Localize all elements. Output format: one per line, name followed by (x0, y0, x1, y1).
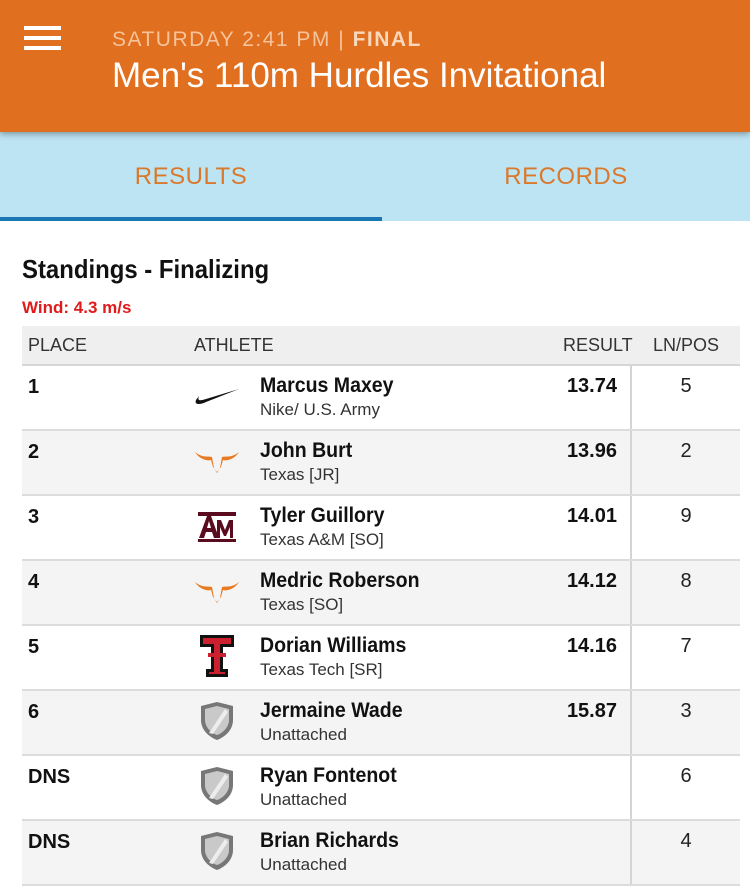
athlete-team: Texas A&M [SO] (260, 530, 384, 549)
wind-reading: Wind: 4.3 m/s (22, 298, 132, 317)
place-cell: 6 (28, 701, 40, 723)
athlete-name: Medric Roberson (260, 569, 420, 592)
table-row[interactable]: DNS Ryan Fontenot Unattached 6 (22, 756, 740, 821)
table-header: PLACE ATHLETE RESULT LN/POS (22, 326, 740, 366)
lane-position: 9 (680, 505, 692, 527)
lane-position: 2 (680, 440, 692, 462)
result-time: 14.16 (566, 635, 617, 657)
lane-position: 8 (680, 570, 692, 592)
result-time: 14.01 (566, 505, 617, 527)
athlete-name: Marcus Maxey (260, 374, 394, 397)
table-row[interactable]: 5 Dorian Williams Texas Tech [SR] 14.16 … (22, 626, 740, 691)
tab-records[interactable]: RECORDS (382, 132, 750, 221)
page-title: Men's 110m Hurdles Invitational (112, 56, 607, 95)
place-cell: 2 (28, 441, 40, 463)
tab-results[interactable]: RESULTS (0, 132, 382, 221)
place-cell: 5 (28, 636, 40, 658)
texas-longhorn-logo (194, 571, 240, 611)
athlete-team: Nike/ U.S. Army (260, 400, 380, 419)
athlete-team: Unattached (260, 790, 347, 809)
athlete-team: Texas [JR] (260, 465, 340, 484)
place-cell: 1 (28, 376, 40, 398)
table-row[interactable]: DNS Brian Richards Unattached 4 (22, 821, 740, 886)
lane-position: 4 (680, 830, 692, 852)
table-row[interactable]: 4 Medric Roberson Texas [SO] 14.12 8 (22, 561, 740, 626)
athlete-team: Unattached (260, 725, 347, 744)
column-header-athlete: ATHLETE (194, 335, 274, 355)
event-status-line: SATURDAY 2:41 PM | FINAL (112, 28, 422, 52)
result-time: 14.12 (566, 570, 617, 592)
athlete-team: Texas [SO] (260, 595, 344, 614)
app-header: SATURDAY 2:41 PM | FINAL Men's 110m Hurd… (0, 0, 750, 132)
athlete-name: John Burt (260, 439, 353, 462)
place-cell: DNS (28, 766, 71, 788)
unattached-shield-logo (194, 701, 240, 741)
result-time: 13.96 (566, 440, 617, 462)
texas-tech-logo (194, 635, 240, 677)
event-status: FINAL (352, 28, 422, 51)
table-row[interactable]: 2 John Burt Texas [JR] 13.96 2 (22, 431, 740, 496)
place-cell: DNS (28, 831, 71, 853)
unattached-shield-logo (194, 766, 240, 806)
athlete-name: Jermaine Wade (260, 699, 403, 722)
status-separator: | (338, 28, 346, 51)
place-cell: 4 (28, 571, 40, 593)
athlete-team: Texas Tech [SR] (260, 660, 383, 679)
athlete-name: Tyler Guillory (260, 504, 385, 527)
standings-heading: Standings - Finalizing (22, 254, 270, 284)
column-header-lane: LN/POS (653, 335, 720, 355)
lane-position: 3 (680, 700, 692, 722)
athlete-team: Unattached (260, 855, 347, 874)
column-header-place: PLACE (28, 335, 88, 355)
standings-table: PLACE ATHLETE RESULT LN/POS 1 Marcus Max… (22, 326, 740, 886)
event-time: SATURDAY 2:41 PM (112, 28, 331, 51)
result-time: 13.74 (566, 375, 617, 397)
lane-position: 6 (680, 765, 692, 787)
unattached-shield-logo (194, 831, 240, 871)
column-header-result: RESULT (563, 335, 633, 355)
place-cell: 3 (28, 506, 40, 528)
table-row[interactable]: 1 Marcus Maxey Nike/ U.S. Army 13.74 5 (22, 366, 740, 431)
nike-swoosh-logo (194, 376, 240, 416)
hamburger-menu-icon[interactable] (24, 26, 62, 52)
lane-position: 5 (680, 375, 692, 397)
athlete-name: Brian Richards (260, 829, 399, 852)
tab-bar: RESULTS RECORDS (0, 132, 750, 221)
texas-am-logo (194, 506, 240, 546)
result-time: 15.87 (566, 700, 617, 722)
table-row[interactable]: 3 Tyler Guillory Texas A&M [SO] 14.01 9 (22, 496, 740, 561)
table-row[interactable]: 6 Jermaine Wade Unattached 15.87 3 (22, 691, 740, 756)
athlete-name: Ryan Fontenot (260, 764, 397, 787)
texas-longhorn-logo (194, 441, 240, 481)
lane-position: 7 (680, 635, 692, 657)
athlete-name: Dorian Williams (260, 634, 407, 657)
